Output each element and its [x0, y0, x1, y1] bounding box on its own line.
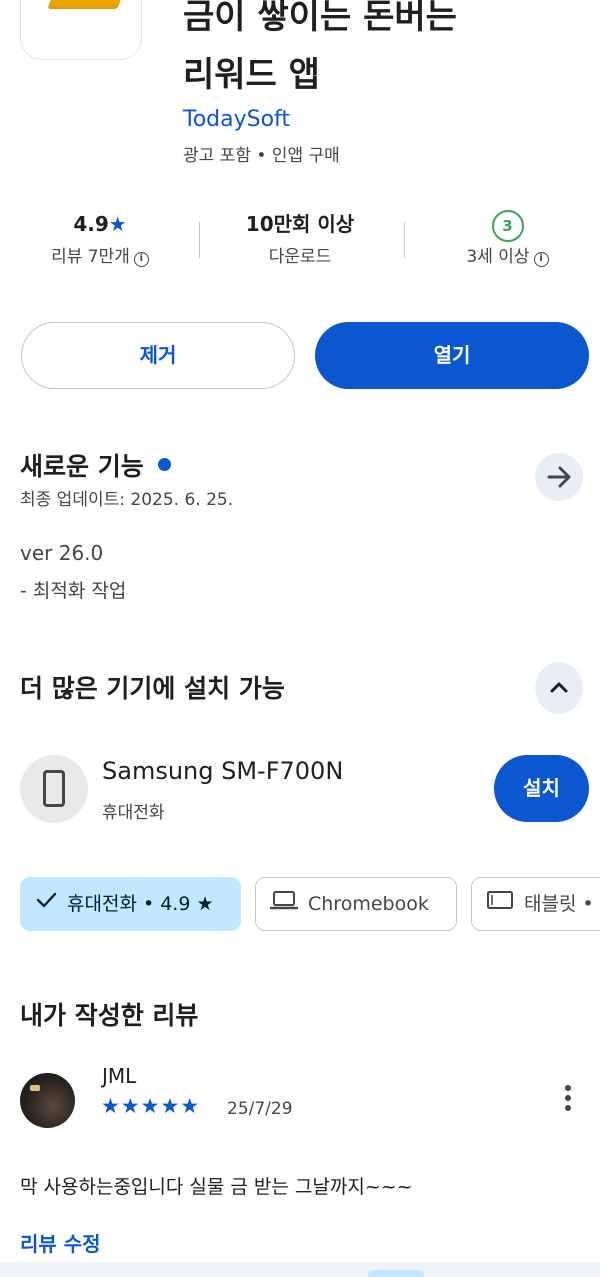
info-icon: i [133, 252, 149, 267]
collapse-devices-button[interactable] [535, 662, 583, 714]
review-stars: ★★★★★ [101, 1094, 201, 1118]
device-name: Samsung SM-F700N [102, 757, 344, 785]
release-note: - 최적화 작업 [20, 580, 127, 602]
rating-label: 리뷰 7만개 [51, 247, 130, 267]
divider [404, 222, 405, 258]
stats-row: 4.9★ 리뷰 7만개 i 10만회 이상 다운로드 3 3세 이상 i [0, 206, 600, 276]
chip-tablet-label: 태블릿 • 4 [524, 893, 600, 915]
my-review-title: 내가 작성한 리뷰 [20, 1001, 199, 1030]
age-rating-stat[interactable]: 3 3세 이상 i [420, 206, 595, 272]
app-meta: 광고 포함 • 인앱 구매 [183, 146, 340, 166]
whats-new-title[interactable]: 새로운 기능 [20, 447, 171, 483]
avatar [20, 1073, 75, 1128]
developer-link[interactable]: TodaySoft [183, 107, 290, 132]
downloads-value: 10만회 이상 [245, 212, 355, 236]
chevron-up-icon [550, 682, 568, 693]
last-updated: 최종 업데이트: 2025. 6. 25. [20, 490, 234, 510]
remove-button[interactable]: 제거 [21, 322, 295, 389]
bottom-nav-active-pill[interactable] [368, 1270, 424, 1277]
open-button[interactable]: 열기 [315, 322, 589, 389]
bottom-nav-bar [0, 1262, 600, 1277]
install-button[interactable]: 설치 [494, 755, 589, 822]
app-title-line1: 금이 쌓이는 돈버는 [183, 0, 457, 37]
rating-value: 4.9 [73, 212, 109, 236]
more-vert-icon[interactable] [560, 1085, 576, 1117]
star-icon: ★ [108, 212, 127, 236]
chip-phone[interactable]: 휴대전화 • 4.9 ★ [20, 877, 241, 931]
review-text: 막 사용하는중입니다 실물 금 받는 그날까지~~~ [20, 1176, 413, 1198]
app-icon [20, 0, 142, 60]
more-devices-title: 더 많은 기기에 설치 가능 [20, 674, 285, 703]
age-label: 3세 이상 [466, 247, 530, 267]
laptop-icon [269, 879, 299, 931]
chip-tablet[interactable]: 태블릿 • 4 [471, 877, 600, 931]
whats-new-arrow-button[interactable] [535, 453, 583, 501]
info-icon: i [533, 252, 549, 267]
app-title: 금이 쌓이는 돈버는 리워드 앱 [183, 0, 583, 104]
reviewer-name: JML [102, 1064, 137, 1088]
chip-phone-label: 휴대전화 • 4.9 ★ [67, 893, 214, 915]
chip-chromebook-label: Chromebook [308, 893, 429, 915]
tablet-icon [486, 879, 514, 931]
release-version: ver 26.0 [20, 541, 104, 565]
phone-icon [43, 770, 65, 807]
whats-new-label: 새로운 기능 [20, 452, 144, 481]
check-icon [35, 879, 57, 931]
downloads-stat: 10만회 이상 다운로드 [220, 206, 380, 272]
device-type: 휴대전화 [102, 803, 165, 823]
arrow-right-icon [547, 466, 571, 488]
chip-chromebook[interactable]: Chromebook [255, 877, 457, 931]
rating-stat[interactable]: 4.9★ 리뷰 7만개 i [20, 206, 180, 272]
age-rating-badge: 3 [491, 210, 524, 242]
divider [199, 222, 200, 258]
new-indicator-dot [157, 458, 171, 471]
review-date: 25/7/29 [227, 1099, 293, 1119]
edit-review-link[interactable]: 리뷰 수정 [20, 1228, 101, 1257]
app-title-line2: 리워드 앱 [183, 55, 320, 95]
device-avatar [20, 755, 88, 823]
downloads-label: 다운로드 [268, 247, 332, 267]
